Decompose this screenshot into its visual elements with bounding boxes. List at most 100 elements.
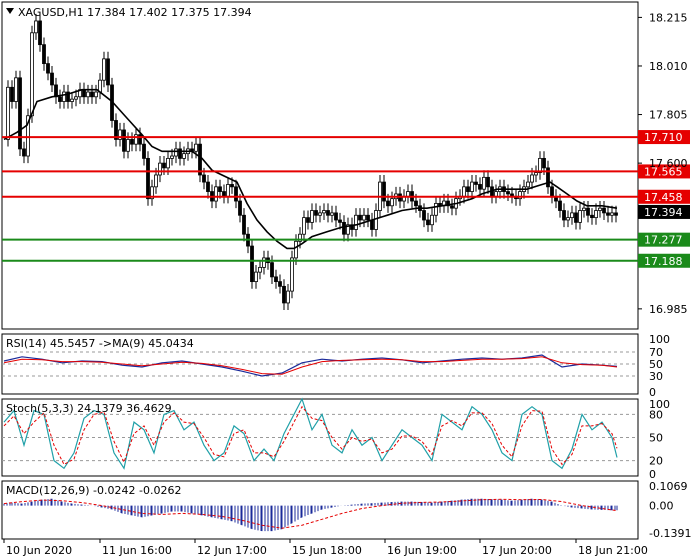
candle-body (414, 200, 418, 207)
candle-body (450, 205, 454, 209)
candle-body (218, 186, 222, 192)
level-label: 17.458 (644, 191, 683, 204)
candle-body (86, 91, 90, 98)
candle-body (18, 77, 22, 150)
candle-body (614, 212, 618, 216)
candle-body (82, 89, 86, 98)
candle-body (342, 221, 346, 235)
candle-body (222, 191, 226, 197)
candle-body (162, 162, 166, 169)
candle-body (106, 58, 110, 86)
candle-body (42, 44, 46, 65)
macd-axis-label: 0.00 (649, 500, 674, 513)
candle-body (306, 217, 310, 223)
candle-body (310, 210, 314, 223)
candle-body (586, 207, 590, 216)
candle-body (338, 219, 342, 223)
trading-chart[interactable]: 17.710 17.565 17.458 17.277 17.188 17.394 18.2… (0, 0, 700, 560)
candle-body (362, 214, 366, 221)
time-axis-label: 16 Jun 19:00 (387, 544, 457, 557)
dropdown-triangle-icon (6, 8, 14, 14)
rsi-axis-label: 100 (649, 333, 670, 346)
candle-body (570, 212, 574, 219)
candle-body (598, 207, 602, 211)
candle-body (606, 212, 610, 216)
candle-body (58, 96, 62, 102)
candle-body (534, 172, 538, 176)
candle-body (10, 86, 14, 102)
candle-body (290, 257, 294, 292)
candle-body (34, 20, 38, 34)
candle-body (194, 143, 198, 152)
candle-body (198, 143, 202, 176)
candle-body (262, 257, 266, 268)
rsi-label: RSI(14) 45.5457 ->MA(9) 45.0434 (6, 337, 194, 350)
candle-body (494, 191, 498, 197)
time-axis-label: 17 Jun 20:00 (482, 544, 552, 557)
price-axis-label: 17.805 (649, 109, 688, 122)
candle-body (566, 217, 570, 221)
candle-body (178, 148, 182, 159)
candle-body (470, 181, 474, 192)
price-axis-label: 16.985 (649, 303, 688, 316)
candle-body (250, 245, 254, 283)
candle-body (374, 210, 378, 230)
candle-body (214, 186, 218, 202)
candle-body (38, 20, 42, 46)
candle-body (326, 210, 330, 216)
time-axis-label: 10 Jun 2020 (6, 544, 72, 557)
candle-body (354, 214, 358, 230)
candle-body (254, 271, 258, 283)
chart-header: XAGUSD,H1 17.384 17.402 17.375 17.394 (18, 6, 252, 19)
candle-body (14, 77, 18, 102)
candle-body (434, 203, 438, 216)
candle-body (94, 91, 98, 98)
macd-axis-label: -0.1391 (649, 527, 691, 540)
candle-body (382, 181, 386, 202)
candle-body (238, 200, 242, 216)
stoch-axis-label: 20 (649, 455, 663, 468)
time-axis-label: 18 Jun 21:00 (578, 544, 648, 557)
candle-body (146, 157, 150, 200)
candle-body (90, 91, 94, 98)
candle-body (466, 186, 470, 192)
chart-canvas[interactable]: 17.71017.56517.45817.27717.18817.39418.2… (0, 0, 700, 560)
candle-body (226, 184, 230, 197)
time-axis-label: 12 Jun 17:00 (197, 544, 267, 557)
price-axis-label: 18.215 (649, 11, 688, 24)
candle-body (294, 240, 298, 259)
candle-body (430, 214, 434, 226)
candle-body (54, 84, 58, 98)
time-axis-label: 15 Jun 18:00 (292, 544, 362, 557)
candle-body (390, 198, 394, 207)
candle-body (482, 176, 486, 190)
candle-body (602, 207, 606, 214)
candle-body (366, 214, 370, 221)
candle-body (286, 290, 290, 304)
rsi-ma-line (3, 356, 618, 375)
stoch-axis-label: 80 (649, 408, 663, 421)
candle-body (174, 148, 178, 157)
stoch-label: Stoch(5,3,3) 24.1379 36.4629 (6, 402, 172, 415)
candle-body (30, 32, 34, 117)
candle-body (182, 153, 186, 159)
candle-body (230, 184, 234, 188)
candle-body (22, 148, 26, 157)
level-label: 17.188 (644, 255, 683, 268)
stoch-axis-label: 50 (649, 432, 663, 445)
candle-body (62, 91, 66, 102)
candle-body (386, 200, 390, 207)
macd-axis-label: 0.1069 (649, 480, 688, 493)
candle-body (542, 157, 546, 169)
candle-body (574, 212, 578, 223)
candle-body (530, 174, 534, 183)
candle-body (302, 217, 306, 235)
price-axis-label: 17.600 (649, 157, 688, 170)
candle-body (318, 212, 322, 216)
candle-body (406, 191, 410, 197)
candle-body (334, 212, 338, 221)
stoch-d-line (3, 405, 618, 466)
candle-body (278, 281, 282, 287)
candle-body (46, 63, 50, 74)
candle-body (206, 181, 210, 192)
